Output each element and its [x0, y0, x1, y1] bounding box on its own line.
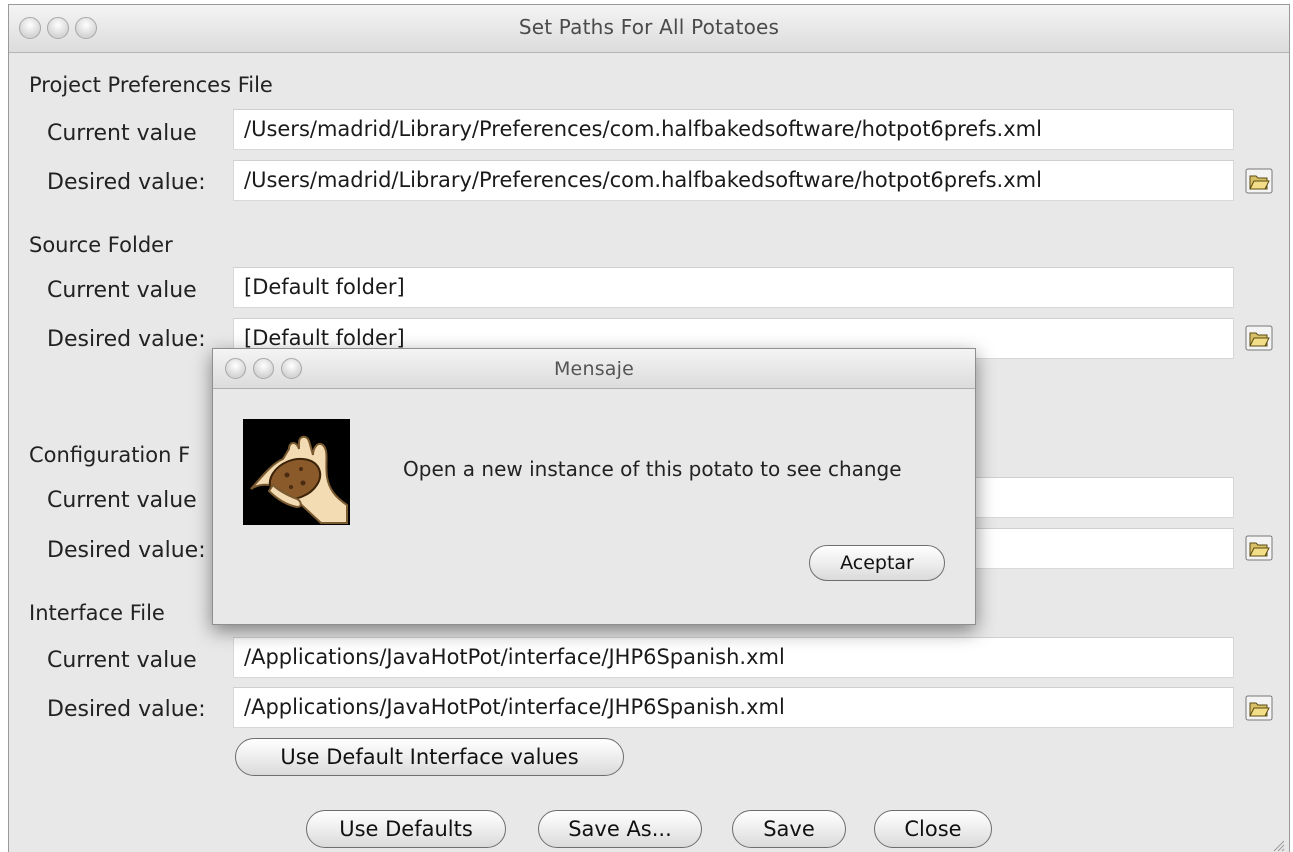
current-value-label: Current value: [47, 488, 197, 513]
desired-value-label: Desired value:: [47, 538, 206, 563]
accept-button[interactable]: Aceptar: [809, 545, 945, 581]
desired-value-label: Desired value:: [47, 327, 206, 352]
save-as-button[interactable]: Save As...: [538, 810, 702, 848]
use-defaults-button[interactable]: Use Defaults: [306, 810, 506, 848]
desired-value-label: Desired value:: [47, 170, 206, 195]
desired-value-label: Desired value:: [47, 697, 206, 722]
open-folder-icon[interactable]: [1245, 535, 1273, 561]
source-current-value-field[interactable]: [Default folder]: [233, 267, 1234, 308]
section-title-source-folder: Source Folder: [29, 233, 173, 257]
open-folder-icon[interactable]: [1245, 325, 1273, 351]
dialog-title: Mensaje: [553, 358, 635, 380]
prefs-current-value-field[interactable]: /Users/madrid/Library/Preferences/com.ha…: [233, 109, 1234, 150]
interface-desired-value-field[interactable]: /Applications/JavaHotPot/interface/JHP6S…: [233, 687, 1234, 728]
interface-current-value-field[interactable]: /Applications/JavaHotPot/interface/JHP6S…: [233, 637, 1234, 678]
message-dialog: Mensaje Open a new instance of this pota…: [212, 348, 976, 625]
close-button[interactable]: Close: [874, 810, 992, 848]
dialog-titlebar: Mensaje: [213, 349, 975, 389]
potato-in-hand-icon: [243, 419, 350, 525]
section-title-interface-file: Interface File: [29, 601, 165, 625]
window-titlebar: Set Paths For All Potatoes: [9, 5, 1289, 53]
prefs-desired-value-field[interactable]: /Users/madrid/Library/Preferences/com.ha…: [233, 160, 1234, 201]
current-value-label: Current value: [47, 121, 197, 146]
section-title-project-preferences: Project Preferences File: [29, 73, 273, 97]
use-default-interface-button[interactable]: Use Default Interface values: [235, 738, 624, 776]
current-value-label: Current value: [47, 648, 197, 673]
dialog-message: Open a new instance of this potato to se…: [403, 457, 902, 481]
save-button[interactable]: Save: [732, 810, 846, 848]
resize-grip-icon[interactable]: [1269, 836, 1285, 852]
current-value-label: Current value: [47, 278, 197, 303]
open-folder-icon[interactable]: [1245, 695, 1273, 721]
open-folder-icon[interactable]: [1245, 168, 1273, 194]
window-title: Set Paths For All Potatoes: [518, 15, 780, 39]
section-title-configuration: Configuration F: [29, 443, 191, 467]
